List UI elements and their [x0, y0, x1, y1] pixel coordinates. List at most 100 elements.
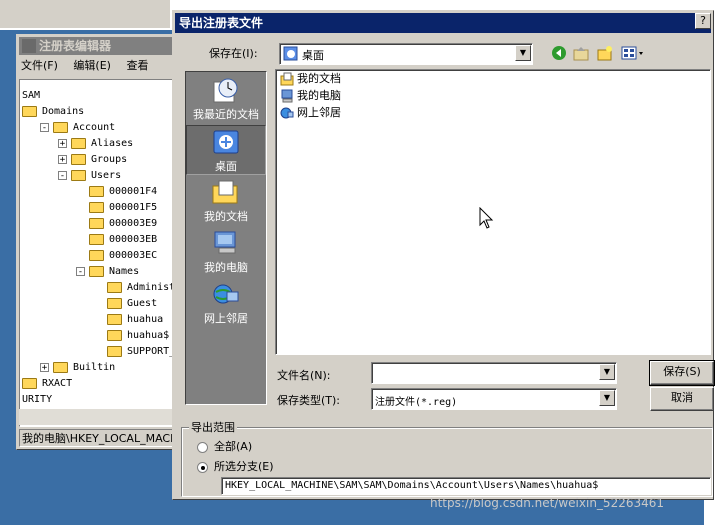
range-all-label: 全部(A): [214, 440, 253, 453]
range-all-radio[interactable]: [197, 441, 208, 453]
tree-node-label: 000001F5: [109, 202, 158, 213]
save-in-combobox[interactable]: 桌面 ▼: [279, 43, 533, 65]
place-label: 我的电脑: [204, 261, 248, 274]
tree-node-label: Aliases: [91, 138, 134, 149]
range-all-option[interactable]: 全部(A): [197, 438, 252, 454]
save-in-label: 保存在(I):: [209, 47, 258, 60]
tree-node[interactable]: - Names: [76, 264, 139, 280]
registry-editor-window: 注册表编辑器 文件(F) 编辑(E) 查看(V) SAMDomains - Acco…: [16, 34, 176, 450]
folder-icon: [71, 169, 86, 181]
tree-node-label: RXACT: [42, 378, 73, 389]
chevron-down-icon[interactable]: ▼: [599, 390, 615, 406]
back-icon[interactable]: [551, 45, 567, 61]
folder-icon: [89, 249, 104, 261]
my-documents-icon: [211, 178, 241, 206]
expand-icon[interactable]: +: [58, 138, 67, 148]
tree-node[interactable]: URITY: [22, 392, 52, 408]
folder-icon: [22, 105, 37, 117]
place-desktop[interactable]: 桌面: [186, 125, 266, 175]
tree-node[interactable]: RXACT: [22, 376, 72, 392]
chevron-down-icon[interactable]: ▼: [515, 45, 531, 61]
file-item[interactable]: 我的电脑: [280, 88, 341, 104]
filename-combobox[interactable]: ▼: [371, 362, 617, 384]
tree-node-label: URITY: [22, 394, 53, 405]
tree-node-label: 000001F4: [109, 186, 158, 197]
collapse-icon[interactable]: -: [58, 170, 67, 180]
tree-node[interactable]: SAM: [22, 88, 40, 104]
place-my-documents[interactable]: 我的文档: [186, 176, 266, 226]
tree-node[interactable]: + Builtin: [40, 360, 115, 376]
registry-editor-titlebar[interactable]: 注册表编辑器: [19, 37, 173, 55]
file-item-label: 网上邻居: [297, 106, 341, 119]
place-my-computer[interactable]: 我的电脑: [186, 227, 266, 277]
tree-node[interactable]: huahua: [94, 312, 163, 328]
registry-menubar: 文件(F) 编辑(E) 查看(V): [21, 57, 175, 90]
tree-node[interactable]: + Groups: [58, 152, 127, 168]
folder-icon: [89, 265, 104, 277]
tree-node[interactable]: Guest: [94, 296, 157, 312]
up-folder-icon[interactable]: [573, 45, 589, 61]
folder-icon: [107, 313, 122, 325]
mouse-cursor-icon: [479, 207, 494, 229]
folder-icon: [22, 377, 37, 389]
branch-path-input[interactable]: HKEY_LOCAL_MACHINE\SAM\SAM\Domains\Accou…: [221, 477, 711, 495]
folder-icon: [107, 345, 122, 357]
registry-status-bar: 我的电脑\HKEY_LOCAL_MACHINE: [19, 429, 173, 447]
place-recent-documents[interactable]: 我最近的文档: [186, 74, 266, 124]
tree-node[interactable]: - Account: [40, 120, 115, 136]
tree-node[interactable]: huahua$: [94, 328, 169, 344]
tree-node[interactable]: + Aliases: [58, 136, 133, 152]
tree-node-label: Guest: [127, 298, 158, 309]
folder-icon: [71, 137, 86, 149]
place-label: 网上邻居: [204, 312, 248, 325]
place-network-places[interactable]: 网上邻居: [186, 278, 266, 328]
range-branch-radio[interactable]: [197, 461, 208, 473]
filetype-combobox[interactable]: 注册文件(*.reg) ▼: [371, 388, 617, 410]
my-documents-icon: [280, 72, 294, 86]
desktop-icon: [283, 46, 298, 61]
dialog-title: 导出注册表文件: [179, 16, 264, 30]
views-menu-icon[interactable]: [621, 45, 645, 61]
places-bar: 我最近的文档桌面我的文档我的电脑网上邻居: [185, 71, 267, 405]
expand-icon[interactable]: +: [40, 362, 49, 372]
tree-node[interactable]: Administra: [94, 280, 174, 296]
network-places-icon: [211, 280, 241, 308]
folder-icon: [89, 217, 104, 229]
place-label: 桌面: [215, 160, 237, 173]
chevron-down-icon[interactable]: ▼: [599, 364, 615, 380]
menu-file[interactable]: 文件(F): [21, 59, 58, 72]
file-item[interactable]: 网上邻居: [280, 105, 341, 121]
tree-node[interactable]: Domains: [22, 104, 84, 120]
range-branch-option[interactable]: 所选分支(E): [197, 458, 274, 474]
tree-node[interactable]: SUPPORT_38: [94, 344, 174, 360]
folder-icon: [89, 201, 104, 213]
recent-documents-icon: [211, 76, 241, 104]
expand-icon[interactable]: +: [58, 154, 67, 164]
menu-edit[interactable]: 编辑(E): [73, 59, 111, 72]
my-computer-icon: [211, 229, 241, 257]
collapse-icon[interactable]: -: [40, 122, 49, 132]
cancel-button[interactable]: 取消: [650, 387, 714, 411]
tree-node[interactable]: 000003EB: [76, 232, 157, 248]
tree-node-label: Builtin: [73, 362, 116, 373]
save-button[interactable]: 保存(S): [649, 360, 715, 386]
tree-node[interactable]: 000001F5: [76, 200, 157, 216]
tree-node[interactable]: 000001F4: [76, 184, 157, 200]
collapse-icon[interactable]: -: [76, 266, 85, 276]
tree-node[interactable]: 000003EC: [76, 248, 157, 264]
dialog-titlebar[interactable]: 导出注册表文件: [175, 13, 711, 33]
help-button[interactable]: ?: [695, 13, 711, 29]
tree-node[interactable]: 000003E9: [76, 216, 157, 232]
tree-node-label: 000003EC: [109, 250, 158, 261]
tree-node-label: 000003EB: [109, 234, 158, 245]
new-folder-icon[interactable]: [597, 45, 613, 61]
registry-tree-hscrollbar[interactable]: [19, 409, 173, 425]
registry-tree[interactable]: SAM Domains - Account + Aliases + Groups - Users 0…: [19, 79, 175, 427]
folder-icon: [107, 297, 122, 309]
my-computer-icon: [280, 89, 294, 103]
background-window-fragment: [0, 0, 170, 28]
network-places-icon: [280, 106, 294, 120]
file-item[interactable]: 我的文档: [280, 71, 341, 87]
tree-node[interactable]: - Users: [58, 168, 121, 184]
file-item-label: 我的文档: [297, 72, 341, 85]
